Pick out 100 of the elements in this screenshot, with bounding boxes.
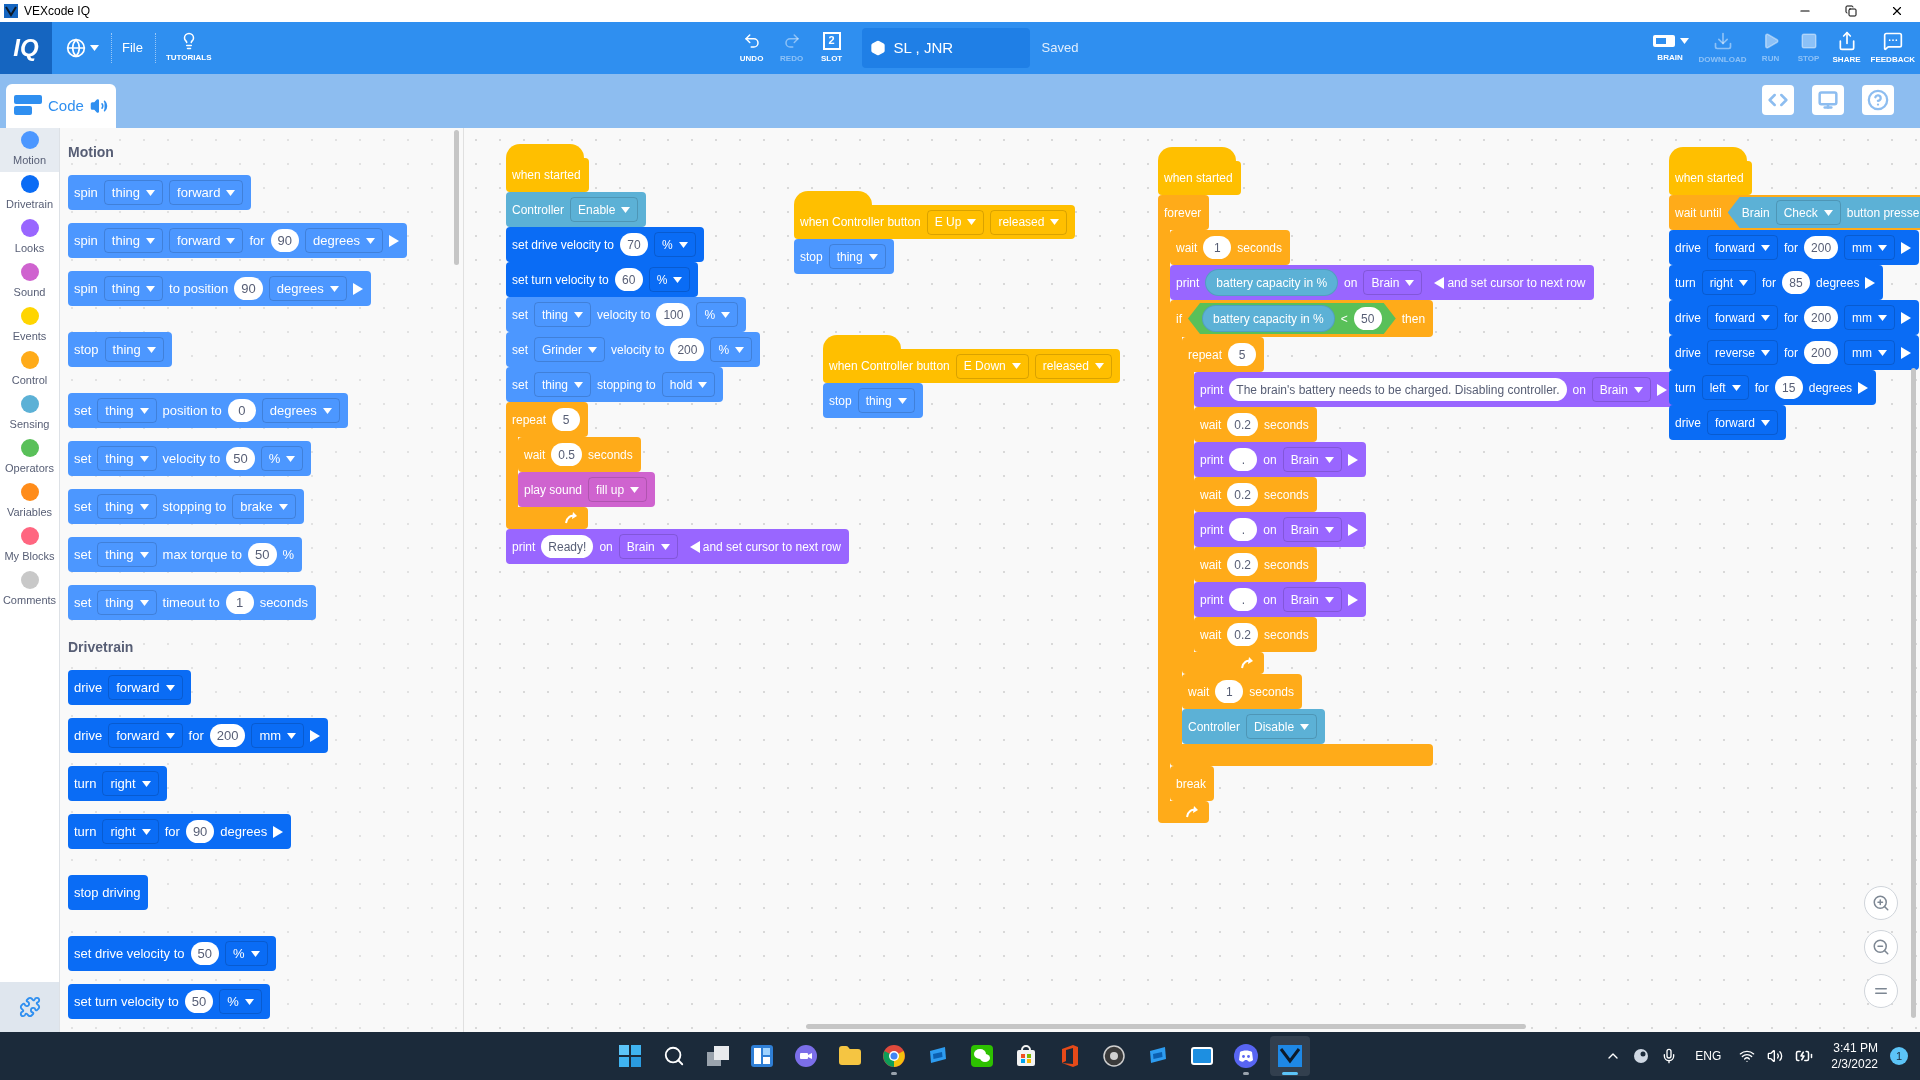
dropdown[interactable]: thing [828, 244, 886, 269]
dropdown[interactable]: right [1701, 270, 1757, 295]
dropdown[interactable]: Brain [1591, 377, 1651, 402]
code-block[interactable]: if battery capacity in % < 50 then [1170, 300, 1434, 337]
dropdown[interactable]: thing [97, 542, 157, 567]
toolbar-button[interactable]: 2 SLOT [811, 31, 852, 65]
code-block[interactable]: set thing timeout to 1 seconds [68, 585, 317, 620]
dropdown[interactable]: right [102, 819, 159, 844]
code-block[interactable]: repeat 5 [506, 402, 589, 437]
number-field[interactable]: 90 [234, 277, 263, 300]
code-block[interactable]: drive reverse for 200 mm [1669, 335, 1920, 370]
toolbar-button[interactable]: BRAIN [1646, 32, 1694, 64]
dropdown[interactable]: Brain [1282, 587, 1342, 612]
number-field[interactable]: The brain's battery needs to be charged. Disabling controller. [1229, 378, 1567, 401]
dropdown[interactable]: % [654, 232, 696, 257]
dropdown[interactable]: % [225, 941, 268, 966]
code-block[interactable]: wait 0.5 seconds [518, 437, 641, 472]
dropdown[interactable]: degrees [305, 228, 384, 253]
language-indicator[interactable]: ENG [1695, 1047, 1722, 1065]
code-block[interactable]: print Ready! on Brain and set cursor to next row [506, 529, 849, 564]
number-field[interactable]: 0 [227, 399, 256, 422]
dropdown[interactable]: reverse [1707, 340, 1779, 365]
clock-time[interactable]: 3:41 PM [1833, 1040, 1878, 1056]
number-field[interactable]: 5 [1228, 343, 1257, 366]
dropdown[interactable]: Disable [1246, 714, 1318, 739]
code-block[interactable]: drive forward [68, 670, 191, 705]
number-field[interactable]: . [1229, 448, 1258, 471]
code-block[interactable]: set turn velocity to 60 % [506, 262, 699, 297]
code-block[interactable]: drive forward for 200 mm [1669, 230, 1920, 265]
dropdown[interactable]: right [102, 771, 159, 796]
number-field[interactable]: . [1229, 518, 1258, 541]
number-field[interactable]: 50 [190, 942, 219, 965]
code-block[interactable]: stop thing [68, 332, 172, 367]
code-block[interactable]: play sound fill up [518, 472, 656, 507]
code-block[interactable]: turn left for 15 degrees [1669, 370, 1877, 405]
number-field[interactable]: 1 [1215, 680, 1244, 703]
code-tab[interactable]: Code [6, 84, 116, 128]
reporter-block[interactable]: battery capacity in % [1205, 269, 1339, 296]
number-field[interactable]: 0.5 [551, 443, 583, 466]
dropdown[interactable]: degrees [261, 398, 340, 423]
number-field[interactable]: 0.2 [1227, 623, 1259, 646]
code-block[interactable]: print . on Brain [1194, 582, 1366, 617]
dropdown[interactable]: forward [108, 675, 183, 700]
dropdown[interactable]: % [648, 267, 691, 292]
code-block[interactable]: stop driving [68, 875, 149, 910]
dropdown[interactable]: % [219, 989, 262, 1014]
toolbar-button[interactable]: FEEDBACK [1865, 30, 1920, 66]
dropdown[interactable]: thing [103, 180, 164, 205]
dropdown[interactable]: degrees [268, 276, 347, 301]
dropdown[interactable]: mm [251, 723, 305, 748]
dropdown[interactable]: thing [534, 302, 592, 327]
condition-block[interactable]: Brain Check button presse [1727, 197, 1920, 228]
code-block[interactable]: drive forward for 200 mm [68, 718, 329, 753]
reporter-block[interactable]: battery capacity in % [1202, 305, 1335, 332]
dropdown[interactable]: thing [97, 494, 157, 519]
code-block[interactable]: stop thing [823, 383, 923, 418]
code-block[interactable]: wait 0.2 seconds [1194, 617, 1317, 652]
number-field[interactable]: 90 [185, 820, 215, 843]
code-block[interactable]: print . on Brain [1194, 442, 1366, 477]
number-field[interactable]: 100 [656, 303, 691, 326]
code-block[interactable]: set thing stopping to brake [68, 489, 304, 524]
code-block[interactable]: print battery capacity in % on Brain and set cursor to next row [1170, 265, 1594, 300]
category-item[interactable]: Variables [0, 480, 59, 524]
code-block[interactable]: spin thing to position 90 degrees [68, 271, 371, 306]
category-item[interactable]: Control [0, 348, 59, 392]
dropdown[interactable]: thing [103, 228, 164, 253]
code-block[interactable]: drive forward for 200 mm [1669, 300, 1920, 335]
dropdown[interactable]: mm [1844, 305, 1896, 330]
category-item[interactable]: Comments [0, 568, 59, 612]
number-field[interactable]: 200 [1804, 236, 1839, 259]
dropdown[interactable]: thing [534, 372, 592, 397]
category-item[interactable]: Operators [0, 436, 59, 480]
dropdown[interactable]: brake [232, 494, 296, 519]
code-block[interactable]: set drive velocity to 70 % [506, 227, 704, 262]
condition-block[interactable]: battery capacity in % < 50 [1188, 303, 1396, 334]
toolbar-button[interactable]: SHARE [1827, 30, 1866, 66]
dropdown[interactable]: thing [104, 337, 164, 362]
dropdown[interactable]: forward [1707, 305, 1779, 330]
category-item[interactable]: Sound [0, 260, 59, 304]
category-item[interactable]: Looks [0, 216, 59, 260]
code-block[interactable]: turn right for 90 degrees [68, 814, 292, 849]
dropdown[interactable]: forward [169, 180, 244, 205]
clock-date[interactable]: 2/3/2022 [1831, 1056, 1878, 1072]
code-block[interactable]: set Grinder velocity to 200 % [506, 332, 761, 367]
dropdown[interactable]: Brain [1282, 447, 1342, 472]
code-block[interactable]: set thing velocity to 100 % [506, 297, 747, 332]
code-block[interactable]: spin thing forward [68, 175, 252, 210]
code-block[interactable]: set thing stopping to hold [506, 367, 724, 402]
dropdown[interactable]: fill up [588, 477, 648, 502]
collapse-button[interactable]: and set cursor to next row [1434, 273, 1586, 292]
toolbar-button[interactable]: UNDO [731, 31, 772, 65]
dropdown[interactable]: Brain [1363, 270, 1423, 295]
number-field[interactable]: 50 [226, 447, 255, 470]
number-field[interactable]: 50 [184, 990, 214, 1013]
dropdown[interactable]: thing [97, 590, 157, 615]
dropdown[interactable]: left [1701, 375, 1749, 400]
dropdown[interactable]: Enable [570, 197, 639, 222]
dropdown[interactable]: Grinder [534, 337, 606, 362]
number-field[interactable]: 200 [670, 338, 705, 361]
category-item[interactable]: Motion [0, 128, 59, 172]
